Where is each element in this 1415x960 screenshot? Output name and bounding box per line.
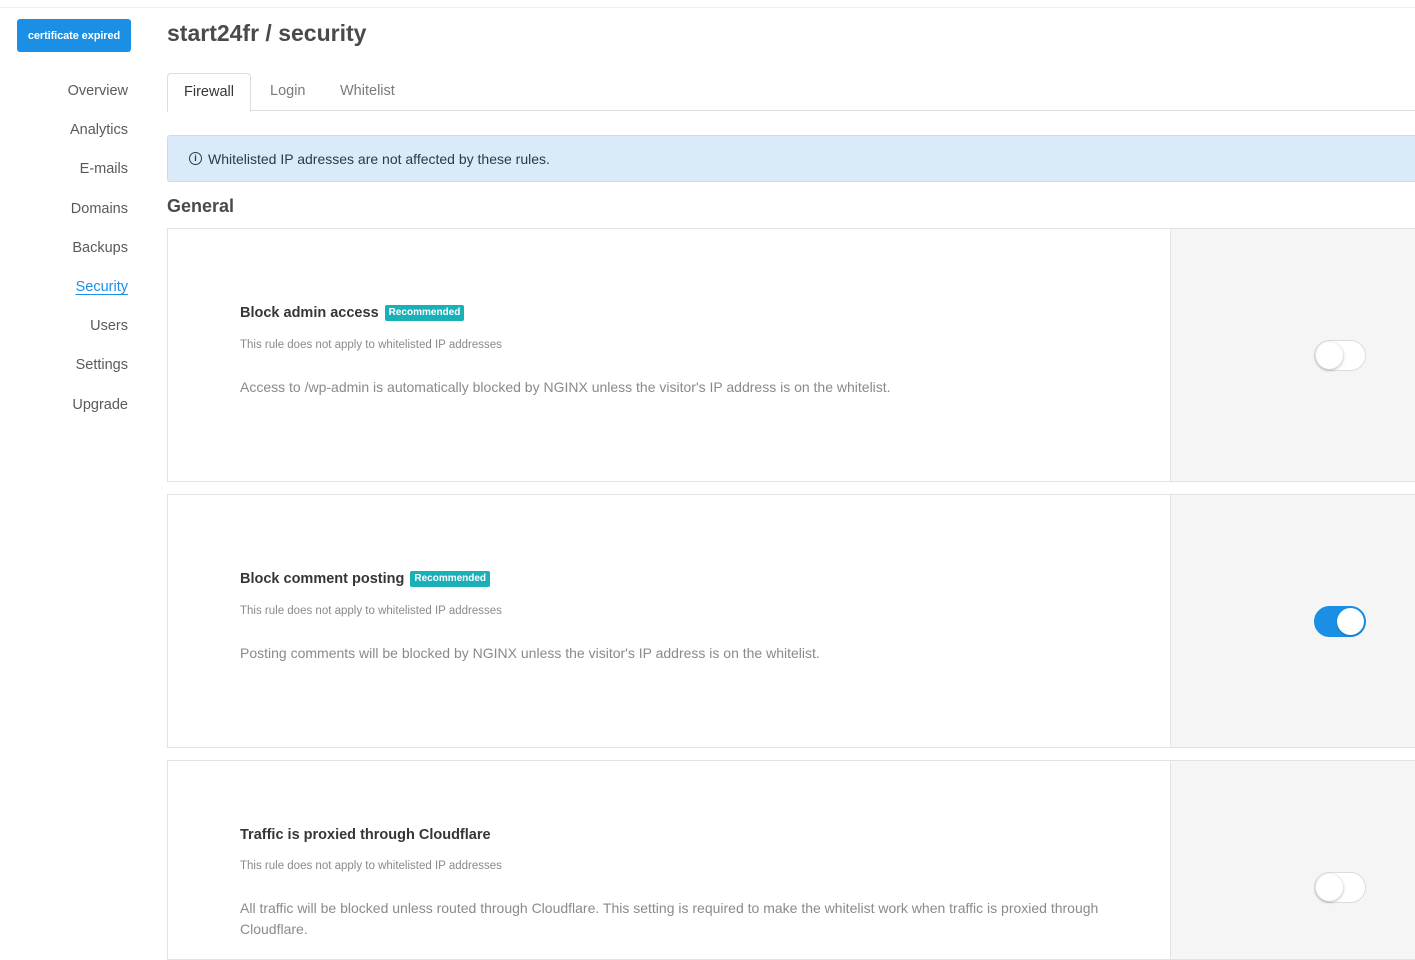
block-admin-toggle[interactable] [1314, 340, 1366, 371]
rule-card-block-admin: Block admin access Recommended This rule… [167, 228, 1415, 482]
rule-toggle-panel [1170, 761, 1415, 959]
info-banner-text: Whitelisted IP adresses are not affected… [208, 150, 550, 167]
certificate-expired-badge[interactable]: certificate expired [17, 19, 131, 52]
rule-toggle-panel [1170, 229, 1415, 481]
top-border [0, 0, 1415, 8]
rule-title-text: Block comment posting [240, 571, 405, 587]
rule-subtitle: This rule does not apply to whitelisted … [240, 860, 502, 872]
sidebar: certificate expired Overview Analytics E… [0, 0, 150, 951]
info-icon: i [189, 152, 202, 165]
rule-subtitle: This rule does not apply to whitelisted … [240, 605, 502, 617]
sidebar-item-overview[interactable]: Overview [0, 72, 128, 111]
tab-bar: Firewall Login Whitelist [167, 73, 1415, 112]
block-comments-toggle[interactable] [1314, 606, 1366, 637]
toggle-knob [1316, 874, 1343, 901]
sidebar-item-settings[interactable]: Settings [0, 346, 128, 385]
cloudflare-toggle[interactable] [1314, 872, 1366, 903]
rule-description: Posting comments will be blocked by NGIN… [240, 645, 820, 661]
toggle-knob [1316, 342, 1343, 369]
rule-card-cloudflare: Traffic is proxied through Cloudflare Th… [167, 760, 1415, 960]
sidebar-item-emails[interactable]: E-mails [0, 150, 128, 189]
sidebar-item-security[interactable]: Security [0, 268, 128, 307]
rule-title: Traffic is proxied through Cloudflare [240, 827, 491, 843]
rule-title-text: Block admin access [240, 305, 379, 321]
rule-title: Block admin access Recommended [240, 305, 465, 321]
tab-login[interactable]: Login [254, 73, 321, 111]
rule-title-text: Traffic is proxied through Cloudflare [240, 827, 491, 843]
sidebar-item-domains[interactable]: Domains [0, 190, 128, 229]
sidebar-item-backups[interactable]: Backups [0, 229, 128, 268]
toggle-knob [1337, 608, 1364, 635]
rule-description: All traffic will be blocked unless route… [240, 900, 1099, 937]
rule-subtitle: This rule does not apply to whitelisted … [240, 339, 502, 351]
rule-card-body: Block comment posting Recommended This r… [168, 495, 1170, 747]
rule-title: Block comment posting Recommended [240, 571, 491, 587]
rule-description: Access to /wp-admin is automatically blo… [240, 379, 891, 395]
sidebar-nav: Overview Analytics E-mails Domains Backu… [0, 72, 128, 425]
rule-card-body: Block admin access Recommended This rule… [168, 229, 1170, 481]
recommended-tag: Recommended [384, 305, 465, 321]
sidebar-item-users[interactable]: Users [0, 307, 128, 346]
sidebar-item-analytics[interactable]: Analytics [0, 111, 128, 150]
rule-toggle-panel [1170, 495, 1415, 747]
rule-card-block-comments: Block comment posting Recommended This r… [167, 494, 1415, 748]
recommended-tag: Recommended [410, 571, 491, 587]
info-banner: i Whitelisted IP adresses are not affect… [167, 135, 1415, 182]
tab-firewall[interactable]: Firewall [167, 73, 251, 112]
tab-whitelist[interactable]: Whitelist [324, 73, 411, 111]
page-title: start24fr / security [167, 20, 367, 46]
section-title: General [167, 196, 235, 216]
sidebar-item-upgrade[interactable]: Upgrade [0, 386, 128, 425]
rule-card-body: Traffic is proxied through Cloudflare Th… [168, 761, 1170, 959]
